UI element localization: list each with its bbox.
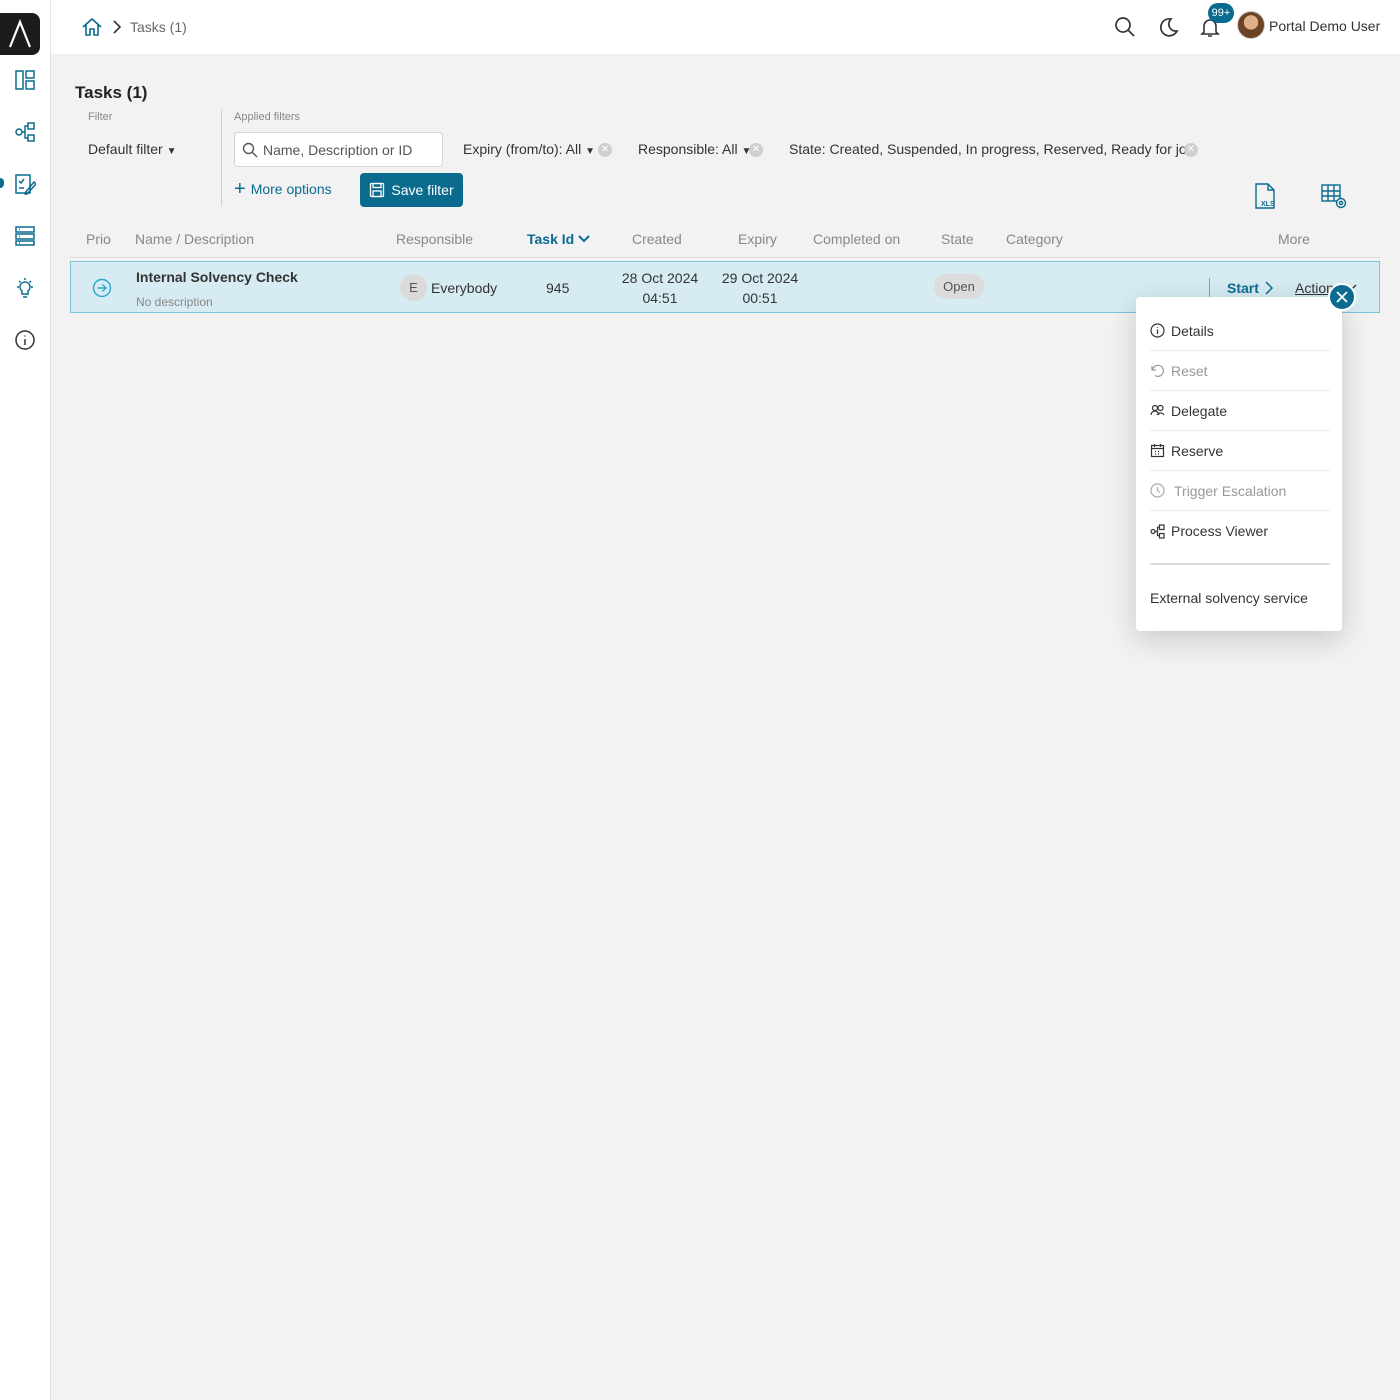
app-logo[interactable]	[0, 13, 40, 55]
start-label: Start	[1227, 280, 1259, 296]
column-completed-on[interactable]: Completed on	[813, 231, 900, 247]
created-date: 28 Oct 2024	[621, 270, 699, 286]
filter-label: Filter	[88, 111, 113, 123]
caret-down-icon: ▼	[166, 146, 177, 157]
top-bar: Tasks (1) 99+ Portal Demo User	[51, 0, 1400, 54]
tasks-icon[interactable]	[13, 172, 37, 196]
menu-item-label: Details	[1171, 322, 1214, 339]
expiry-filter-label: Expiry (from/to): All	[463, 141, 582, 157]
save-icon	[370, 182, 385, 198]
lightbulb-icon[interactable]	[13, 276, 37, 300]
clock-icon	[1150, 483, 1165, 498]
remove-expiry-filter-icon[interactable]: ✕	[598, 143, 612, 157]
menu-item-label: Process Viewer	[1171, 523, 1269, 539]
chevron-right-icon	[1265, 281, 1273, 295]
calendar-icon	[1150, 444, 1165, 458]
close-icon	[1336, 291, 1348, 303]
actions-menu: Details Reset Delegate Reserve Trigger E…	[1136, 297, 1342, 631]
notification-badge: 99+	[1208, 3, 1234, 23]
search-field[interactable]	[234, 132, 443, 167]
menu-item-reset: Reset	[1150, 351, 1330, 391]
column-task-id[interactable]: Task Id	[527, 231, 590, 247]
divider	[221, 110, 222, 206]
page-title: Tasks (1)	[75, 83, 148, 102]
menu-item-delegate[interactable]: Delegate	[1150, 391, 1330, 431]
expiry-filter-chip[interactable]: Expiry (from/to): All ▼	[463, 141, 595, 157]
column-expiry[interactable]: Expiry	[738, 231, 777, 247]
export-xls-icon[interactable]: XLS	[1252, 182, 1280, 210]
priority-normal-icon	[92, 278, 112, 298]
info-icon	[1150, 323, 1165, 338]
user-name[interactable]: Portal Demo User	[1269, 18, 1380, 34]
menu-item-details[interactable]: Details	[1150, 311, 1330, 351]
undo-icon	[1151, 364, 1165, 377]
responsible-filter-label: Responsible: All	[638, 141, 738, 157]
applied-filters-label: Applied filters	[234, 111, 301, 123]
chevron-right-icon	[111, 19, 123, 35]
plus-icon: +	[234, 178, 246, 200]
more-options-button[interactable]: + More options	[234, 178, 332, 200]
more-options-label: More options	[250, 181, 332, 197]
task-name[interactable]: Internal Solvency Check	[136, 269, 298, 285]
responsible-avatar: E	[400, 274, 427, 301]
menu-item-external-solvency-service[interactable]: External solvency service	[1150, 590, 1308, 606]
info-icon[interactable]	[13, 328, 37, 352]
breadcrumb-current: Tasks (1)	[130, 19, 187, 35]
search-icon	[242, 142, 258, 158]
menu-item-label: Delegate	[1171, 402, 1228, 419]
expiry-time: 00:51	[742, 290, 778, 306]
sidebar	[0, 0, 51, 1400]
menu-item-trigger-escalation: Trigger Escalation	[1150, 471, 1330, 511]
menu-item-label: Reserve	[1171, 442, 1224, 459]
column-responsible[interactable]: Responsible	[396, 231, 473, 247]
responsible-filter-chip[interactable]: Responsible: All ▼	[638, 141, 751, 157]
column-created[interactable]: Created	[632, 231, 682, 247]
column-name[interactable]: Name / Description	[135, 231, 254, 247]
chevron-down-icon	[578, 235, 590, 243]
created-time: 04:51	[642, 290, 678, 306]
cases-list-icon[interactable]	[13, 224, 37, 248]
active-nav-marker	[0, 178, 4, 188]
search-icon[interactable]	[1114, 16, 1136, 38]
task-description: No description	[136, 295, 213, 309]
default-filter-label: Default filter	[88, 141, 163, 157]
menu-item-label: Trigger Escalation	[1174, 482, 1287, 499]
divider	[70, 257, 1380, 258]
close-menu-button[interactable]	[1328, 283, 1356, 311]
menu-item-label: Reset	[1171, 362, 1208, 379]
column-prio[interactable]: Prio	[86, 231, 111, 247]
state-filter-chip[interactable]: State: Created, Suspended, In progress, …	[789, 141, 1187, 157]
column-state[interactable]: State	[941, 231, 974, 247]
process-icon	[1150, 523, 1165, 539]
avatar[interactable]	[1237, 11, 1265, 39]
default-filter-dropdown[interactable]: Default filter ▼	[88, 141, 177, 157]
dashboard-icon[interactable]	[13, 68, 37, 92]
svg-text:XLS: XLS	[1261, 201, 1275, 208]
remove-state-filter-icon[interactable]: ✕	[1184, 143, 1198, 157]
expiry-date: 29 Oct 2024	[721, 270, 799, 286]
status-badge: Open	[934, 274, 984, 299]
created-cell: 28 Oct 2024 04:51	[620, 268, 700, 308]
menu-item-process-viewer[interactable]: Process Viewer	[1150, 511, 1330, 551]
save-filter-label: Save filter	[391, 182, 454, 198]
caret-down-icon: ▼	[585, 146, 596, 157]
process-icon[interactable]	[13, 120, 37, 144]
responsible-name: Everybody	[431, 280, 498, 296]
moon-icon[interactable]	[1157, 16, 1179, 38]
column-more: More	[1278, 231, 1310, 247]
divider	[1150, 563, 1330, 565]
remove-responsible-filter-icon[interactable]: ✕	[749, 143, 763, 157]
start-button[interactable]: Start	[1227, 280, 1273, 296]
users-icon	[1150, 404, 1165, 416]
column-task-id-label: Task Id	[527, 231, 575, 247]
search-input[interactable]	[263, 139, 438, 161]
menu-item-reserve[interactable]: Reserve	[1150, 431, 1330, 471]
column-category[interactable]: Category	[1006, 231, 1063, 247]
table-settings-icon[interactable]	[1320, 182, 1348, 210]
task-id: 945	[546, 280, 570, 296]
save-filter-button[interactable]: Save filter	[360, 173, 463, 207]
home-icon[interactable]	[81, 16, 103, 38]
expiry-cell: 29 Oct 2024 00:51	[720, 268, 800, 308]
